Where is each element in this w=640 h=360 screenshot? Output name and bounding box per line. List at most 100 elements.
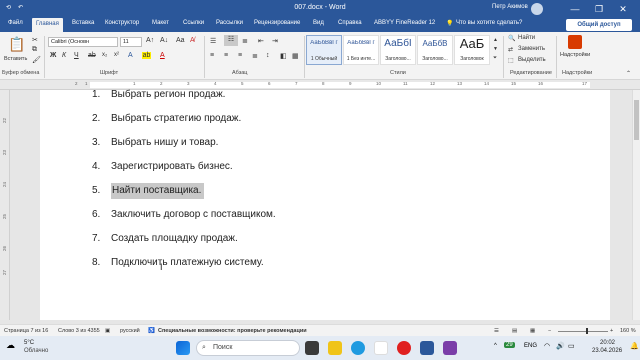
justify-icon[interactable]: ≣ [252, 52, 258, 60]
list-item[interactable]: 1. Выбрать регион продаж. [92, 89, 225, 100]
share-button[interactable]: Общий доступ [566, 19, 632, 31]
tab-view[interactable]: Вид [313, 20, 324, 26]
read-mode-icon[interactable]: ▤ [512, 328, 517, 334]
replace-icon[interactable]: ⇄ [508, 46, 513, 53]
zoom-in-icon[interactable]: + [610, 328, 613, 334]
align-center-icon[interactable]: ≡ [224, 52, 228, 59]
print-layout-icon[interactable]: ▦ [530, 328, 535, 334]
clear-format-icon[interactable]: A̸ [190, 37, 195, 44]
style-heading-2[interactable]: АаБбВ Заголово... [417, 35, 453, 65]
notifications-icon[interactable]: 🔔 [630, 342, 639, 350]
yandex-browser-icon[interactable] [397, 341, 411, 355]
tab-help[interactable]: Справка [338, 20, 362, 26]
text-effects-icon[interactable]: A [128, 52, 133, 59]
paste-button[interactable]: Вставить [4, 56, 27, 62]
copy-icon[interactable]: ⧉ [32, 46, 37, 54]
select-button[interactable]: Выделить [518, 57, 546, 63]
app-taskbar-icon[interactable] [443, 341, 457, 355]
list-item[interactable]: 3. Выбрать нишу и товар. [92, 137, 218, 148]
clock-date[interactable]: 23.04.2026 [592, 348, 622, 354]
clock-time[interactable]: 20:02 [600, 340, 615, 346]
font-size-select[interactable]: 11 [120, 37, 142, 47]
tab-references[interactable]: Ссылки [183, 20, 204, 26]
replace-button[interactable]: Заменить [518, 46, 545, 52]
format-painter-icon[interactable]: 🖌 [32, 56, 41, 64]
decrease-indent-icon[interactable]: ⇤ [258, 37, 264, 45]
minimize-button[interactable]: — [566, 2, 584, 16]
list-item[interactable]: 7. Создать площадку продаж. [92, 233, 238, 244]
highlight-color-icon[interactable]: ab [142, 52, 151, 59]
line-spacing-icon[interactable]: ↕ [266, 52, 270, 59]
tab-file[interactable]: Файл [8, 20, 23, 26]
addins-icon[interactable] [568, 35, 582, 49]
avatar[interactable] [531, 3, 543, 15]
focus-icon[interactable]: ☰ [494, 328, 499, 334]
proofing-icon[interactable]: ▣ [105, 328, 110, 334]
notification-badge[interactable]: 29 [504, 342, 515, 348]
collapse-ribbon-icon[interactable]: ⌃ [626, 70, 631, 77]
list-item-selected[interactable]: 5. Найти поставщика. [92, 183, 205, 199]
align-right-icon[interactable]: ≡ [238, 52, 242, 59]
shrink-font-icon[interactable]: A↓ [160, 37, 168, 44]
status-accessibility[interactable]: Специальные возможности: проверьте реком… [158, 328, 307, 334]
list-item[interactable]: 6. Заключить договор с поставщиком. [92, 209, 276, 220]
font-color-icon[interactable]: A [160, 52, 165, 59]
find-button[interactable]: Найти [518, 35, 535, 41]
wifi-icon[interactable]: ◠ [544, 342, 550, 350]
start-button-icon[interactable] [176, 341, 190, 355]
battery-icon[interactable]: ▭ [568, 342, 575, 350]
style-title[interactable]: АаБ Заголовок [454, 35, 490, 65]
align-left-icon[interactable]: ≡ [210, 52, 214, 59]
multilevel-list-icon[interactable]: ≣ [242, 37, 248, 45]
status-language[interactable]: русский [120, 328, 140, 334]
styles-scroll-down-icon[interactable]: ▼ [493, 46, 498, 52]
list-item[interactable]: 8. Подключить платежную систему. [92, 257, 264, 268]
user-name[interactable]: Петр Акимов [492, 4, 528, 10]
restore-button[interactable]: ❐ [590, 2, 608, 16]
list-item[interactable]: 2. Выбрать стратегию продаж. [92, 113, 241, 124]
underline-button[interactable]: Ч [74, 52, 79, 59]
tab-review[interactable]: Рецензирование [254, 20, 300, 26]
bold-button[interactable]: Ж [50, 52, 56, 59]
find-icon[interactable]: 🔍 [508, 35, 515, 42]
language-indicator[interactable]: ENG [524, 343, 537, 349]
italic-button[interactable]: К [62, 52, 66, 59]
borders-icon[interactable]: ▦ [292, 52, 299, 60]
volume-icon[interactable]: 🔊 [556, 342, 565, 350]
task-view-icon[interactable] [305, 341, 319, 355]
style-no-spacing[interactable]: АаБбВвГг 1 Без инте... [343, 35, 379, 65]
bullets-icon[interactable]: ☰ [210, 37, 216, 45]
styles-scroll-up-icon[interactable]: ▲ [493, 37, 498, 43]
paste-icon[interactable]: 📋 [8, 36, 26, 54]
status-page[interactable]: Страница 7 из 16 [4, 328, 48, 334]
tab-mailings[interactable]: Рассылки [216, 20, 243, 26]
grow-font-icon[interactable]: A↑ [146, 37, 154, 44]
list-item[interactable]: 4. Зарегистрировать бизнес. [92, 161, 233, 172]
increase-indent-icon[interactable]: ⇥ [272, 37, 278, 45]
tell-me-search[interactable]: Что вы хотите сделать? [456, 20, 522, 26]
zoom-slider-thumb[interactable] [586, 328, 588, 334]
numbering-icon[interactable]: ☷ [224, 35, 238, 46]
styles-more-icon[interactable]: ⏷ [493, 55, 497, 61]
addins-button[interactable]: Надстройки [560, 52, 590, 58]
store-icon[interactable] [374, 341, 388, 355]
strikethrough-icon[interactable]: ab [88, 52, 96, 59]
superscript-icon[interactable]: x² [114, 52, 119, 58]
edge-icon[interactable] [351, 341, 365, 355]
zoom-out-icon[interactable]: − [548, 328, 551, 334]
shading-icon[interactable]: ◧ [280, 52, 287, 60]
cut-icon[interactable]: ✂ [32, 36, 38, 44]
chevron-up-icon[interactable]: ^ [494, 343, 497, 349]
taskbar-search[interactable]: ⌕ Поиск [196, 340, 300, 356]
vertical-ruler[interactable]: 22 23 24 25 26 27 [0, 90, 10, 320]
document-page[interactable] [40, 90, 610, 320]
word-taskbar-icon[interactable] [420, 341, 434, 355]
font-name-select[interactable]: Calibri (Основн [48, 37, 118, 47]
close-button[interactable]: ✕ [614, 2, 632, 16]
zoom-slider[interactable] [558, 331, 608, 332]
style-normal[interactable]: АаБбВвГг 1 Обычный [306, 35, 342, 65]
scroll-thumb[interactable] [634, 100, 639, 140]
zoom-level[interactable]: 160 % [620, 328, 636, 334]
tab-layout[interactable]: Макет [152, 20, 169, 26]
weather-temp[interactable]: 5°C [24, 340, 34, 346]
